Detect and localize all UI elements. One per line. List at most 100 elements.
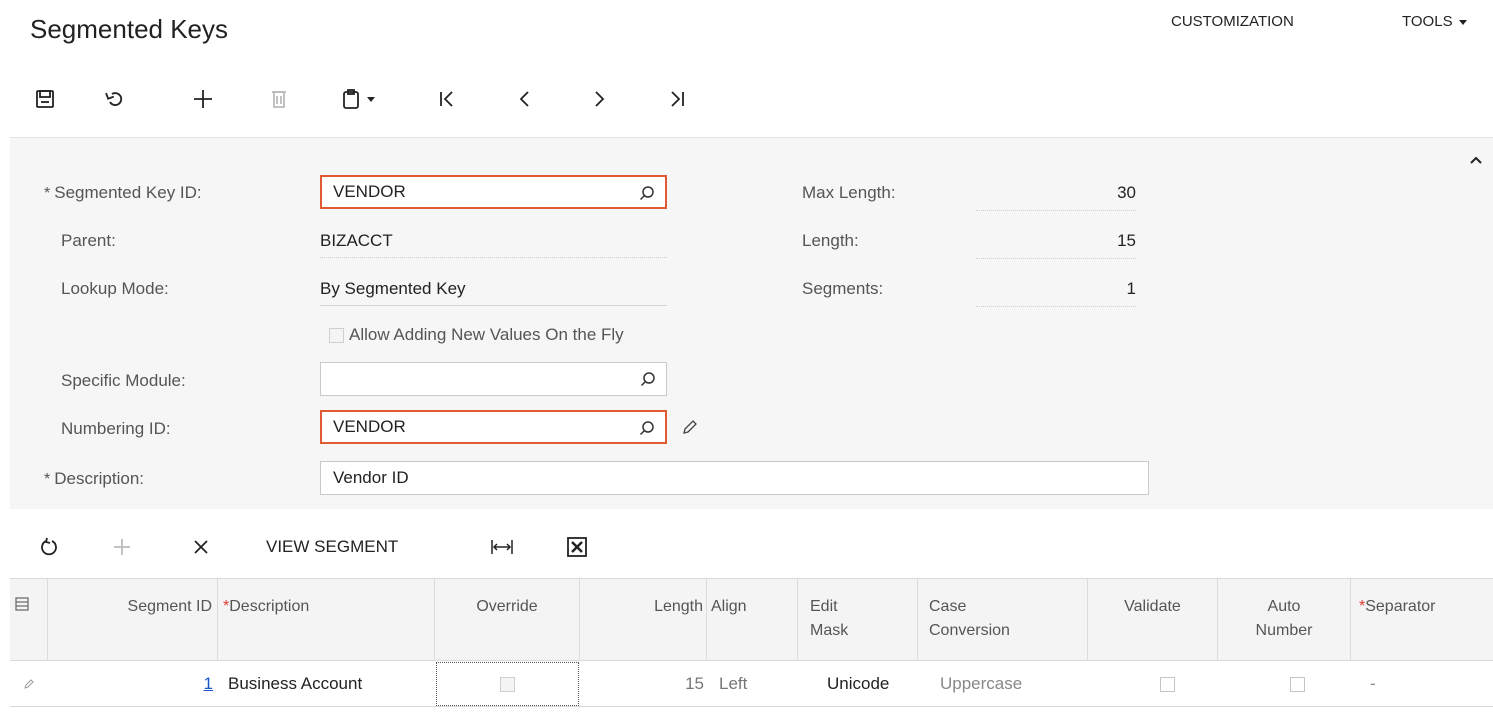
- description-label: * Description:: [44, 469, 144, 489]
- col-align[interactable]: Align: [707, 579, 798, 662]
- validate-checkbox[interactable]: [1159, 676, 1175, 692]
- col-separator[interactable]: *Separator: [1351, 579, 1493, 662]
- col-segment-id[interactable]: Segment ID: [48, 579, 218, 662]
- col-length[interactable]: Length: [580, 579, 707, 662]
- customization-menu[interactable]: CUSTOMIZATION: [1171, 13, 1294, 30]
- last-record-button[interactable]: [662, 84, 692, 114]
- delete-row-button[interactable]: [191, 532, 211, 562]
- row-separator[interactable]: -: [1370, 661, 1470, 707]
- close-icon: [194, 540, 208, 554]
- description-label-text: Description:: [54, 469, 144, 488]
- row-case-conversion: Uppercase: [940, 674, 1023, 693]
- lookup-mode-select[interactable]: By Segmented Key: [320, 279, 667, 306]
- add-icon: [114, 539, 130, 555]
- description-input[interactable]: Vendor ID: [320, 461, 1149, 495]
- clipboard-icon: [343, 89, 359, 109]
- allow-adding-checkbox-row[interactable]: Allow Adding New Values On the Fly: [329, 325, 624, 345]
- fit-width-icon: [491, 540, 513, 554]
- next-record-button[interactable]: [584, 84, 614, 114]
- delete-icon: [272, 91, 286, 108]
- undo-icon: [105, 92, 123, 106]
- first-record-button[interactable]: [432, 84, 462, 114]
- override-checkbox[interactable]: [500, 676, 515, 692]
- row-description[interactable]: Business Account: [228, 661, 435, 707]
- length-label: Length:: [802, 231, 859, 250]
- refresh-button[interactable]: [38, 532, 60, 562]
- specific-module-input[interactable]: [320, 362, 667, 396]
- col-auto-number[interactable]: Auto Number: [1218, 579, 1351, 662]
- segment-id-link[interactable]: 1: [48, 661, 213, 707]
- col-auto-line2: Number: [1255, 622, 1313, 639]
- col-override[interactable]: Override: [435, 579, 580, 662]
- row-edit-indicator: [10, 661, 48, 707]
- parent-label: Parent:: [61, 231, 116, 250]
- segmented-key-id-input[interactable]: VENDOR: [320, 175, 667, 209]
- pencil-icon[interactable]: [681, 418, 699, 436]
- row-auto-number-cell[interactable]: [1218, 661, 1376, 707]
- col-description[interactable]: *Description: [218, 579, 435, 662]
- segments-label: Segments:: [802, 279, 884, 298]
- segments-value: 1: [976, 279, 1136, 307]
- col-case-line1: Case: [929, 598, 967, 615]
- delete-button[interactable]: [264, 84, 294, 114]
- numbering-id-input[interactable]: VENDOR: [320, 410, 667, 444]
- col-case-line2: Conversion: [929, 622, 1010, 639]
- chevron-down-icon: [367, 96, 375, 102]
- segmented-key-id-value: VENDOR: [333, 182, 406, 201]
- add-icon: [194, 90, 212, 108]
- row-edit-mask[interactable]: Unicode: [827, 661, 918, 707]
- required-mark: *: [44, 471, 51, 488]
- col-edit-mask-line2: Mask: [810, 622, 849, 639]
- col-edit-mask-line1: Edit: [810, 598, 838, 615]
- numbering-id-label: Numbering ID:: [61, 419, 171, 438]
- col-edit-mask[interactable]: Edit Mask: [798, 579, 918, 662]
- parent-value: BIZACCT: [320, 231, 667, 258]
- col-separator-label: Separator: [1365, 598, 1436, 615]
- prev-icon: [519, 91, 529, 107]
- add-button[interactable]: [188, 84, 218, 114]
- form-panel: [10, 137, 1493, 509]
- last-icon: [671, 91, 684, 107]
- tools-label: TOOLS: [1402, 13, 1453, 30]
- row-align: Left: [719, 674, 748, 693]
- add-row-button[interactable]: [112, 532, 132, 562]
- undo-button[interactable]: [100, 84, 130, 114]
- col-description-label: Description: [229, 598, 310, 615]
- save-icon: [36, 90, 54, 108]
- search-icon[interactable]: [640, 371, 656, 387]
- allow-adding-label: Allow Adding New Values On the Fly: [349, 325, 624, 344]
- row-override-cell[interactable]: [436, 662, 579, 706]
- col-case-conversion[interactable]: Case Conversion: [918, 579, 1088, 662]
- fit-columns-button[interactable]: [490, 532, 514, 562]
- chevron-down-icon: [1458, 19, 1467, 25]
- lookup-mode-label: Lookup Mode:: [61, 279, 169, 298]
- column-settings-cell[interactable]: [10, 579, 48, 662]
- max-length-label: Max Length:: [802, 183, 896, 202]
- auto-number-checkbox[interactable]: [1289, 676, 1305, 692]
- view-segment-button[interactable]: VIEW SEGMENT: [266, 532, 398, 562]
- refresh-icon: [41, 537, 57, 556]
- segmented-key-id-label-text: Segmented Key ID:: [54, 183, 202, 202]
- clipboard-menu-button[interactable]: [338, 84, 378, 114]
- table-row[interactable]: 1 Business Account 15 Left Unicode Upper…: [10, 661, 1493, 707]
- allow-adding-checkbox[interactable]: [329, 327, 344, 343]
- tools-menu[interactable]: TOOLS: [1402, 13, 1467, 30]
- grid-settings-icon: [15, 597, 29, 611]
- max-length-value: 30: [976, 183, 1136, 211]
- export-excel-button[interactable]: [566, 532, 588, 562]
- required-mark: *: [44, 185, 51, 202]
- next-icon: [595, 91, 605, 107]
- numbering-id-value: VENDOR: [333, 417, 406, 436]
- pencil-icon: [24, 679, 34, 689]
- search-icon[interactable]: [639, 185, 655, 201]
- save-button[interactable]: [30, 84, 60, 114]
- search-icon[interactable]: [639, 420, 655, 436]
- row-length: 15: [685, 674, 704, 693]
- previous-record-button[interactable]: [510, 84, 540, 114]
- col-auto-line1: Auto: [1267, 598, 1301, 615]
- excel-icon: [567, 537, 587, 557]
- first-icon: [440, 91, 453, 107]
- chevron-up-icon[interactable]: [1468, 152, 1484, 168]
- description-value: Vendor ID: [333, 468, 409, 487]
- col-validate[interactable]: Validate: [1088, 579, 1218, 662]
